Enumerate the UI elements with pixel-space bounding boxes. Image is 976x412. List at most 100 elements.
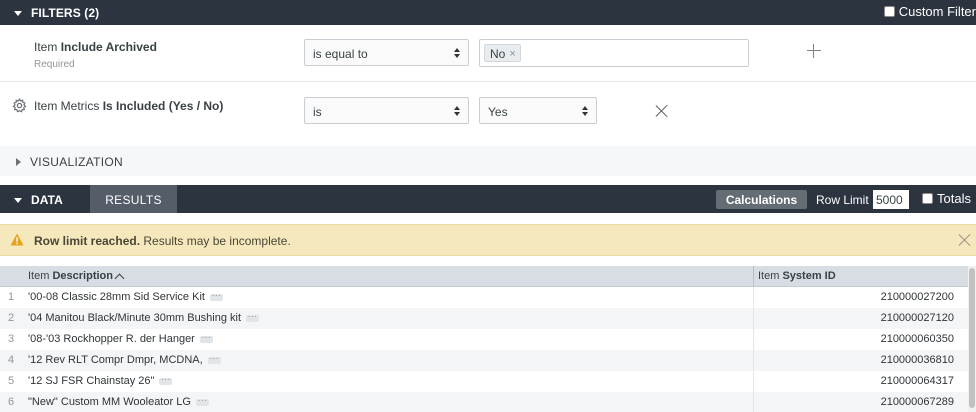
more-options-icon[interactable]: ··· <box>207 354 221 364</box>
row-number: 3 <box>7 333 15 345</box>
row-number: 6 <box>7 396 15 408</box>
table-row[interactable]: 6 "New" Custom MM Wooleator LG ··· 210000… <box>0 392 976 412</box>
visualization-toggle[interactable]: VISUALIZATION <box>16 155 123 169</box>
data-header: DATA RESULTS Calculations Row Limit 5000… <box>0 185 976 213</box>
filter-label: Item Metrics Is Included (Yes / No) <box>34 99 223 113</box>
table-row[interactable]: 1 '00-08 Classic 28mm Sid Service Kit ···… <box>0 287 976 308</box>
filter-label: Item Include Archived <box>34 40 157 54</box>
data-title: DATA <box>31 193 63 207</box>
description-cell: '12 Rev RLT Compr Dmpr, MCDNA, ··· <box>28 354 221 366</box>
column-header-prefix: Item <box>28 270 50 282</box>
filter-required-label: Required <box>34 59 75 70</box>
more-options-icon[interactable]: ··· <box>199 333 213 343</box>
row-number: 2 <box>7 312 15 324</box>
results-table: Item Description Item System ID 1 '00-08… <box>0 266 976 412</box>
row-number: 5 <box>7 375 15 387</box>
row-number: 1 <box>7 291 15 303</box>
column-divider <box>753 308 754 329</box>
caret-right-icon <box>16 158 21 166</box>
select-arrows-icon <box>454 47 460 59</box>
column-divider <box>753 350 754 371</box>
tab-results[interactable]: RESULTS <box>90 185 177 213</box>
filter-label-field: Include Archived <box>60 40 157 54</box>
plus-icon[interactable] <box>807 44 821 58</box>
table-row[interactable]: 5 '12 SJ FSR Chainstay 26" ··· 2100000643… <box>0 371 976 392</box>
data-toggle[interactable]: DATA <box>14 193 63 207</box>
filter-label-prefix: Item <box>34 40 58 54</box>
warning-message: Row limit reached. Results may be incomp… <box>34 234 291 248</box>
warning-bold: Row limit reached. <box>34 234 141 248</box>
filters-title: FILTERS (2) <box>31 6 100 20</box>
value-select[interactable]: Yes <box>479 97 597 124</box>
more-options-icon[interactable]: ··· <box>159 375 173 385</box>
description-text: "New" Custom MM Wooleator LG <box>28 396 191 408</box>
description-cell: '08-'03 Rockhopper R. der Hanger ··· <box>28 333 213 345</box>
gear-icon[interactable] <box>12 98 27 113</box>
description-text: '08-'03 Rockhopper R. der Hanger <box>28 333 195 345</box>
scrollbar-thumb[interactable] <box>969 268 975 408</box>
operator-select[interactable]: is <box>304 97 469 124</box>
description-text: '04 Manitou Black/Minute 30mm Bushing ki… <box>28 312 242 324</box>
value-input[interactable]: No × <box>479 39 749 67</box>
column-header-prefix: Item <box>758 270 780 282</box>
chip-label: No <box>490 47 506 61</box>
table-row[interactable]: 4 '12 Rev RLT Compr Dmpr, MCDNA, ··· 2100… <box>0 350 976 371</box>
totals-label: Totals <box>937 191 971 206</box>
column-divider <box>753 371 754 392</box>
column-header-system-id[interactable]: Item System ID <box>758 270 836 282</box>
more-options-icon[interactable]: ··· <box>195 396 209 406</box>
system-id-cell: 210000067289 <box>880 396 954 408</box>
column-divider <box>753 287 754 308</box>
caret-down-icon <box>14 197 22 203</box>
sort-ascending-icon <box>114 273 125 283</box>
system-id-cell: 210000027200 <box>880 291 954 303</box>
remove-filter-icon[interactable] <box>655 104 669 118</box>
system-id-cell: 210000036810 <box>880 354 954 366</box>
column-divider <box>753 329 754 350</box>
description-cell: "New" Custom MM Wooleator LG ··· <box>28 396 209 408</box>
filters-toggle[interactable]: FILTERS (2) <box>14 6 99 20</box>
column-header-field: Description <box>52 270 113 282</box>
close-icon[interactable] <box>958 233 972 247</box>
system-id-cell: 210000064317 <box>880 375 954 387</box>
column-header-field: System ID <box>782 270 836 282</box>
system-id-cell: 210000027120 <box>880 312 954 324</box>
table-header: Item Description Item System ID <box>0 266 976 287</box>
more-options-icon[interactable]: ··· <box>209 291 223 301</box>
column-header-description[interactable]: Item Description <box>28 270 125 283</box>
select-arrows-icon <box>582 105 588 117</box>
value-chip: No × <box>484 44 521 62</box>
row-limit-input[interactable]: 5000 <box>873 190 909 209</box>
caret-down-icon <box>14 10 22 16</box>
custom-filter-toggle[interactable]: Custom Filter <box>883 4 976 19</box>
select-arrows-icon <box>454 105 460 117</box>
table-row[interactable]: 2 '04 Manitou Black/Minute 30mm Bushing … <box>0 308 976 329</box>
warning-icon <box>10 233 24 246</box>
visualization-title: VISUALIZATION <box>30 155 124 169</box>
column-divider[interactable] <box>753 266 754 287</box>
visualization-section[interactable]: VISUALIZATION <box>0 146 976 176</box>
operator-value: is <box>313 105 322 119</box>
custom-filter-label: Custom Filter <box>898 4 976 19</box>
filters-header[interactable]: FILTERS (2) Custom Filter <box>0 0 976 25</box>
warning-text: Results may be incomplete. <box>143 234 291 248</box>
filter-row-include-archived: Item Include Archived Required is equal … <box>0 25 976 82</box>
more-options-icon[interactable]: ··· <box>246 312 260 322</box>
description-cell: '12 SJ FSR Chainstay 26" ··· <box>28 375 173 387</box>
totals-checkbox[interactable] <box>922 193 933 204</box>
description-cell: '04 Manitou Black/Minute 30mm Bushing ki… <box>28 312 260 324</box>
operator-select[interactable]: is equal to <box>304 39 469 66</box>
filter-label-field: Is Included (Yes / No) <box>102 99 224 113</box>
calculations-button[interactable]: Calculations <box>716 190 807 209</box>
row-limit-warning: Row limit reached. Results may be incomp… <box>0 224 976 256</box>
table-scrollbar[interactable] <box>968 266 976 412</box>
table-row[interactable]: 3 '08-'03 Rockhopper R. der Hanger ··· 21… <box>0 329 976 350</box>
filter-row-is-included: Item Metrics Is Included (Yes / No) is Y… <box>0 83 976 145</box>
description-cell: '00-08 Classic 28mm Sid Service Kit ··· <box>28 291 223 303</box>
filter-label-prefix: Item Metrics <box>34 99 100 113</box>
custom-filter-checkbox[interactable] <box>883 6 895 17</box>
totals-toggle[interactable]: Totals <box>922 191 971 206</box>
system-id-cell: 210000060350 <box>880 333 954 345</box>
chip-remove-icon[interactable]: × <box>509 48 515 60</box>
description-text: '12 Rev RLT Compr Dmpr, MCDNA, <box>28 354 203 366</box>
